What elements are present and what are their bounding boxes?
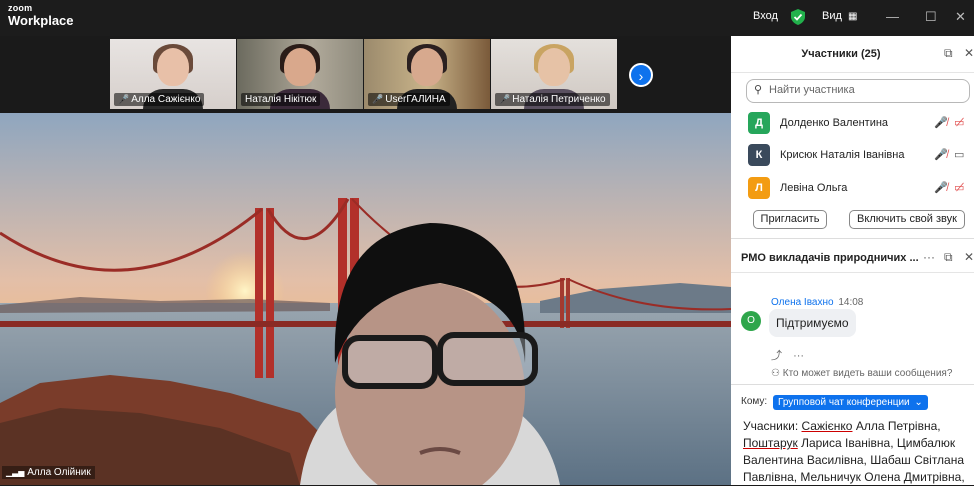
thumbnail-name: Алла Сажієнко — [131, 94, 201, 105]
chat-divider — [731, 384, 974, 385]
invite-button[interactable]: Пригласить — [753, 210, 827, 229]
draft-mid-1: Алла Петрівна, — [852, 419, 941, 433]
message-sender: Олена Івахно 14:08 — [771, 297, 863, 308]
thumbnail-tile[interactable]: 🎤 Наталія Петриченко — [491, 39, 617, 109]
draft-name-1: Сажієнко — [801, 419, 853, 433]
thumbnail-name: Наталія Петриченко — [512, 94, 606, 105]
video-off-icon[interactable]: ▭̸ — [954, 116, 964, 129]
recipient-dropdown[interactable]: Групповой чат конференции ⌄ — [773, 395, 928, 410]
people-icon: ⚇ — [771, 368, 780, 379]
thumbnail-label: 🎤 Наталія Петриченко — [495, 93, 610, 106]
close-chat-icon[interactable]: ✕ — [964, 250, 974, 264]
thumbnail-label: 🎤 UserГАЛИНА — [368, 93, 450, 106]
message-input[interactable]: Учасники: Сажієнко Алла Петрівна, Поштар… — [743, 418, 971, 486]
signin-button[interactable]: Вход — [753, 10, 778, 22]
avatar: К — [748, 144, 770, 166]
panel-divider — [731, 238, 974, 239]
sender-avatar: О — [741, 311, 761, 331]
view-button[interactable]: Вид ▦ — [822, 10, 857, 22]
unmute-button[interactable]: Включить свой звук — [849, 210, 965, 229]
minimize-icon[interactable]: — — [886, 9, 899, 24]
face — [157, 48, 189, 86]
pop-out-chat-icon[interactable]: ⧉ — [944, 250, 953, 265]
participant-name: Крисюк Наталія Іванівна — [780, 149, 905, 161]
more-options-icon[interactable]: ··· — [923, 250, 935, 264]
video-off-icon[interactable]: ▭̸ — [954, 181, 964, 194]
maximize-icon[interactable]: ☐ — [925, 9, 937, 25]
draft-name-2: Поштарук — [743, 436, 798, 450]
face — [411, 48, 443, 86]
avatar: Д — [748, 112, 770, 134]
search-placeholder: Найти участника — [769, 84, 855, 96]
mic-muted-icon: 🎤 — [372, 94, 384, 104]
participant-row[interactable]: Л Левіна Ольга 🎤̸ ▭̸ — [748, 177, 974, 201]
main-video: ▁▃▅ Алла Олійник — [0, 113, 731, 485]
title-bar: zoom Workplace Вход Вид ▦ — ☐ ✕ — [0, 0, 974, 36]
view-label: Вид — [822, 10, 842, 22]
logo-zoom: zoom — [8, 3, 33, 13]
chevron-down-icon: ⌄ — [914, 397, 923, 408]
face — [284, 48, 316, 86]
video-area: 🎤 Алла Сажієнко Наталія Нікітюк 🎤 UserГАЛИ… — [0, 36, 731, 485]
mic-muted-icon[interactable]: 🎤̸ — [934, 148, 948, 161]
thumbnail-label: 🎤 Алла Сажієнко — [114, 93, 205, 106]
face — [538, 48, 570, 86]
draft-prefix: Учасники: — [743, 419, 802, 433]
logo-workplace: Workplace — [8, 13, 74, 28]
grid-view-icon: ▦ — [847, 11, 858, 22]
chat-title: РМО викладачів природничих ... — [741, 252, 919, 264]
side-panel: Участники (25) ⧉ ✕ ⚲ Найти участника Д Д… — [731, 36, 974, 485]
chevron-right-icon: › — [638, 68, 644, 84]
thumbnail-tile[interactable]: 🎤 UserГАЛИНА — [364, 39, 490, 109]
message-time: 14:08 — [838, 297, 864, 308]
participant-name: Левіна Ольга — [780, 182, 848, 194]
mic-muted-icon: 🎤 — [499, 94, 511, 104]
to-label: Кому: — [741, 396, 768, 407]
reply-icon[interactable]: ⤴ — [771, 350, 782, 362]
thumbnail-name: UserГАЛИНА — [385, 94, 446, 105]
thumbnail-strip: 🎤 Алла Сажієнко Наталія Нікітюк 🎤 UserГАЛИ… — [110, 39, 617, 109]
participant-search-input[interactable]: ⚲ Найти участника — [746, 79, 970, 103]
participants-header: Участники (25) ⧉ ✕ — [731, 36, 974, 73]
speaker-name: Алла Олійник — [27, 467, 91, 478]
pop-out-icon[interactable]: ⧉ — [944, 46, 953, 61]
mic-muted-icon[interactable]: 🎤̸ — [934, 181, 948, 194]
thumbnail-tile[interactable]: 🎤 Алла Сажієнко — [110, 39, 236, 109]
more-icon[interactable]: ··· — [793, 350, 804, 362]
avatar: Л — [748, 177, 770, 199]
speaker-label: ▁▃▅ Алла Олійник — [2, 466, 95, 479]
video-on-icon[interactable]: ▭ — [954, 148, 964, 161]
chat-header: РМО викладачів природничих ... ··· ⧉ ✕ — [731, 242, 974, 273]
participants-title: Участники (25) — [801, 48, 881, 60]
mic-muted-icon[interactable]: 🎤̸ — [934, 116, 948, 129]
participant-row[interactable]: Д Долденко Валентина 🎤̸ ▭̸ — [748, 112, 974, 136]
search-icon: ⚲ — [754, 84, 763, 96]
signal-bars-icon: ▁▃▅ — [6, 468, 25, 477]
close-panel-icon[interactable]: ✕ — [964, 46, 974, 60]
sender-name: Олена Івахно — [771, 297, 834, 308]
zoom-logo: zoom Workplace — [8, 3, 74, 28]
thumbnail-name: Наталія Нікітюк — [245, 94, 317, 105]
thumbnail-label: Наталія Нікітюк — [241, 93, 321, 106]
thumbnail-tile[interactable]: Наталія Нікітюк — [237, 39, 363, 109]
next-page-button[interactable]: › — [629, 63, 653, 87]
mic-muted-icon: 🎤 — [118, 94, 130, 104]
participant-row[interactable]: К Крисюк Наталія Іванівна 🎤̸ ▭ — [748, 144, 974, 168]
participant-name: Долденко Валентина — [780, 117, 889, 129]
visibility-note[interactable]: ⚇ Кто может видеть ваши сообщения? — [771, 368, 952, 379]
visibility-text: Кто может видеть ваши сообщения? — [782, 368, 953, 379]
security-shield-icon[interactable] — [791, 9, 805, 25]
message-actions: ⤴ ··· — [771, 347, 804, 363]
recipient-value: Групповой чат конференции — [778, 397, 910, 408]
virtual-background-golden-gate — [0, 113, 731, 485]
message-bubble: Підтримуємо — [769, 309, 856, 337]
close-icon[interactable]: ✕ — [955, 9, 966, 25]
